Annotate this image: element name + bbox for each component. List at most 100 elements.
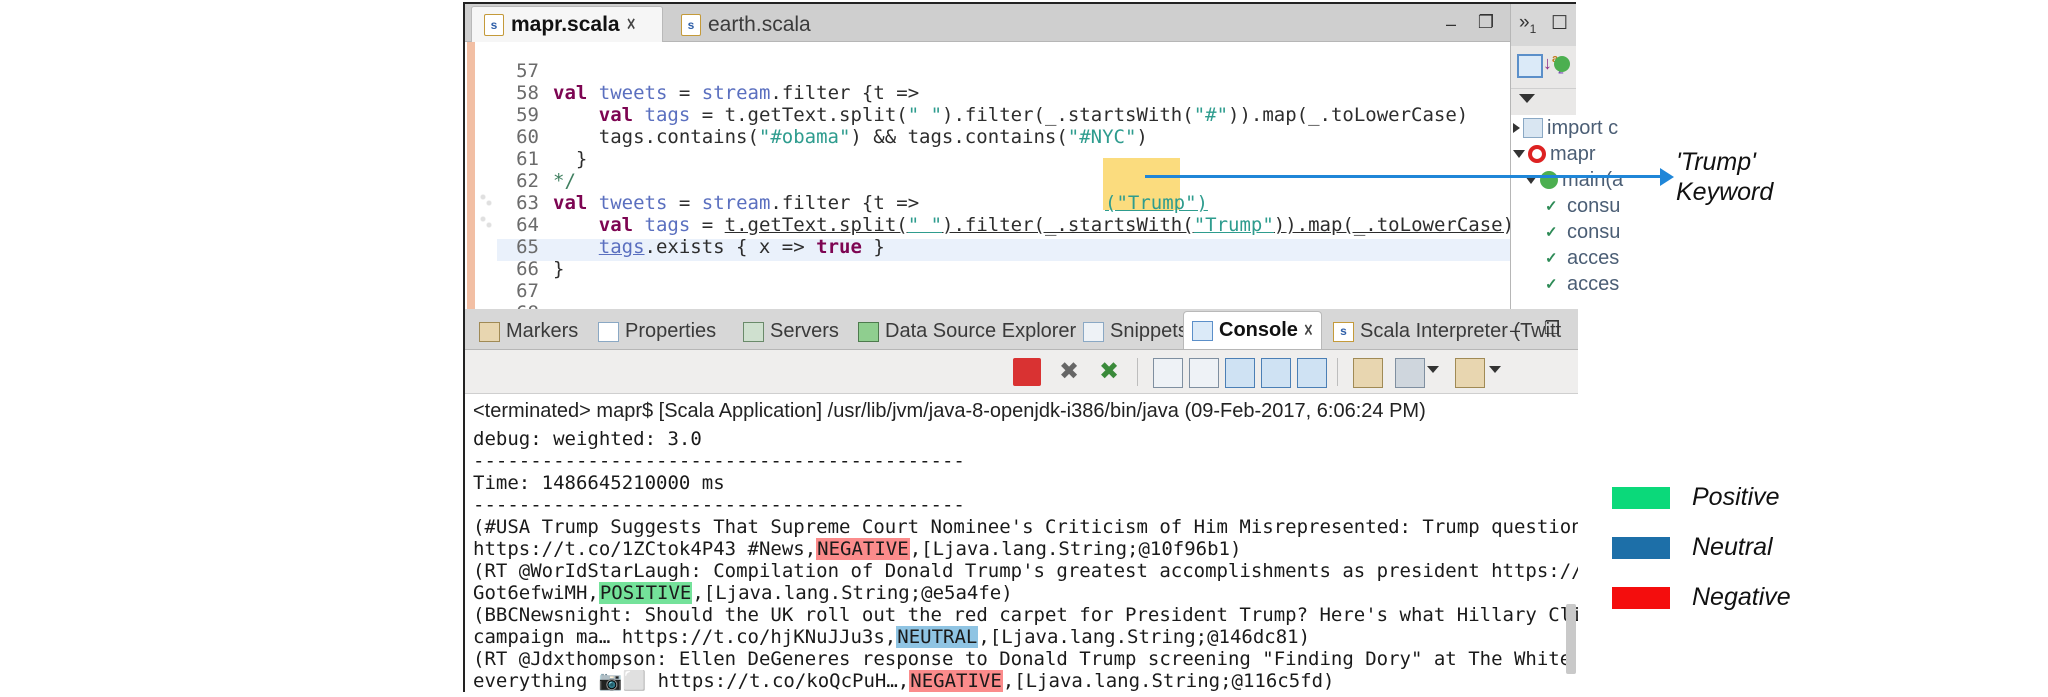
console-output-line: ----------------------------------------…: [473, 450, 1566, 472]
open-console-icon[interactable]: [1353, 358, 1383, 388]
legend-row-positive: Positive: [1612, 483, 1780, 512]
collapse-all-icon[interactable]: [1517, 54, 1543, 78]
hide-fields-icon[interactable]: [1554, 56, 1570, 72]
console-tab-bar: Markers Properties Servers Data Source E…: [465, 309, 1578, 350]
editor-tab-label: earth.scala: [708, 13, 811, 36]
legend-label: Negative: [1692, 583, 1791, 611]
tab-properties[interactable]: Properties: [590, 314, 724, 349]
console-text-segment: (#USA Trump Suggests That Supreme Court …: [473, 516, 1578, 538]
remove-launch-icon[interactable]: ✖: [1055, 358, 1083, 386]
code-line: 68 val data = tweets.map { status =>: [465, 280, 557, 309]
sentiment-badge-negative: NEGATIVE: [909, 670, 1003, 692]
sentiment-badge-neutral: NEUTRAL: [896, 626, 979, 648]
outline-item-main[interactable]: main(a: [1511, 167, 1623, 193]
trump-keyword-annotation-label: 'Trump' Keyword: [1676, 148, 1774, 206]
scala-interpreter-icon: s: [1333, 321, 1354, 342]
close-icon[interactable]: ☓: [627, 15, 636, 35]
servers-icon: [743, 321, 764, 342]
data-source-explorer-icon: [858, 321, 879, 342]
word-wrap-icon[interactable]: [1261, 358, 1291, 388]
code-line: 69 val sentiment = SentimentAnalysisUtil…: [465, 302, 557, 309]
outline-item-field[interactable]: ✓ acces: [1511, 245, 1619, 271]
view-menu-icon[interactable]: [1519, 94, 1535, 103]
method-icon: [1540, 171, 1558, 189]
tab-label: Console: [1219, 319, 1298, 341]
chevron-down-icon[interactable]: [1489, 366, 1501, 373]
console-maximize-button[interactable]: ❐: [1544, 318, 1560, 339]
console-text-segment: Time: 1486645210000 ms: [473, 472, 725, 494]
show-console-on-output-icon[interactable]: [1297, 358, 1327, 388]
console-text-segment: ----------------------------------------…: [473, 494, 965, 516]
outline-item-field[interactable]: ✓ consu: [1511, 193, 1620, 219]
console-icon: [1192, 320, 1213, 341]
console-output-line: https://t.co/1ZCtok4P43 #News,NEGATIVE,[…: [473, 538, 1566, 560]
code-line: 57 val tweets = stream.filter {t =>: [465, 42, 919, 104]
code-line: 59 tags.contains("#obama") && tags.conta…: [465, 82, 1148, 148]
scala-file-icon: s: [681, 14, 701, 36]
outline-item-field[interactable]: ✓ consu: [1511, 219, 1620, 245]
chevron-right-icon[interactable]: [1513, 123, 1520, 133]
maximize-icon[interactable]: ☐: [1551, 12, 1568, 35]
display-selected-console-icon[interactable]: [1153, 358, 1183, 388]
terminate-icon[interactable]: [1013, 358, 1041, 386]
code-line: 66: [465, 236, 557, 280]
tab-console[interactable]: Console ☓: [1183, 311, 1322, 349]
field-icon: ✓: [1545, 224, 1558, 241]
field-icon: ✓: [1545, 250, 1558, 267]
tab-label: Data Source Explorer: [885, 320, 1077, 342]
tab-label: Markers: [506, 320, 579, 342]
display-selected-console-menu-icon[interactable]: [1395, 358, 1425, 388]
outline-item-label: consu: [1567, 194, 1621, 217]
positive-color-swatch: [1612, 486, 1670, 509]
tab-label: Servers: [770, 320, 839, 342]
object-icon: [1528, 145, 1546, 163]
code-line: 62 val tweets = stream.filter {t =>: [465, 148, 919, 214]
console-output-line: Time: 1486645210000 ms: [473, 472, 1566, 494]
close-icon[interactable]: ☓: [1304, 321, 1313, 341]
terminated-process-line: <terminated> mapr$ [Scala Application] /…: [473, 400, 1426, 422]
editor-maximize-button[interactable]: ❐: [1478, 12, 1494, 33]
new-console-view-icon[interactable]: [1455, 358, 1485, 388]
scala-file-icon: s: [484, 13, 504, 36]
tab-servers[interactable]: Servers: [735, 314, 847, 349]
console-output-line: (RT @Jdxthompson: Ellen DeGeneres respon…: [473, 648, 1571, 670]
console-text-segment: (BBCNewsnight: Should the UK roll out th…: [473, 604, 1578, 626]
legend-row-neutral: Neutral: [1612, 533, 1773, 562]
remove-all-terminated-icon[interactable]: ✖: [1095, 358, 1123, 386]
console-output-area[interactable]: <terminated> mapr$ [Scala Application] /…: [465, 393, 1578, 692]
code-line-highlight-overlay: ("Trump"): [1105, 192, 1208, 214]
outline-header: »1 ☐: [1511, 4, 1576, 46]
console-output-line: debug: weighted: 3.0: [473, 428, 1566, 450]
chevron-down-icon[interactable]: [1513, 150, 1525, 158]
eclipse-ide-window: s mapr.scala ☓ s earth.scala – ❐ 57 val …: [463, 2, 1623, 692]
chevron-down-icon[interactable]: [1427, 366, 1439, 373]
console-scrollbar-thumb[interactable]: [1566, 604, 1576, 674]
outline-item-mapr[interactable]: mapr: [1511, 141, 1596, 167]
outline-item-field[interactable]: ✓ acces: [1511, 271, 1619, 297]
tab-data-source-explorer[interactable]: Data Source Explorer: [850, 314, 1084, 349]
console-part: Markers Properties Servers Data Source E…: [465, 309, 1578, 692]
editor-tab-earth[interactable]: s earth.scala: [669, 8, 841, 42]
field-icon: ✓: [1545, 198, 1558, 215]
editor-minimize-button[interactable]: –: [1446, 14, 1456, 35]
tab-scala-interpreter[interactable]: s Scala Interpreter (Twitt: [1325, 314, 1569, 349]
console-output-line: everything 📷⬜ https://t.co/koQcPuH…,NEGA…: [473, 670, 1566, 692]
editor-part: s mapr.scala ☓ s earth.scala – ❐ 57 val …: [465, 4, 1510, 309]
console-text-segment: debug: weighted: 3.0: [473, 428, 702, 450]
outline-item-import[interactable]: import c: [1511, 115, 1618, 141]
console-text-segment: ,[Ljava.lang.String;@146dc81): [978, 626, 1311, 648]
console-minimize-button[interactable]: –: [1510, 320, 1520, 341]
outline-tree[interactable]: import c mapr main(a ✓ consu ✓ consu ✓ a…: [1511, 115, 1623, 309]
tab-snippets[interactable]: Snippets: [1075, 314, 1196, 349]
tab-markers[interactable]: Markers: [471, 314, 586, 349]
scroll-lock-icon[interactable]: [1225, 358, 1255, 388]
editor-tab-mapr[interactable]: s mapr.scala ☓: [471, 6, 663, 42]
outline-item-label: mapr: [1550, 142, 1596, 165]
console-output-line: ----------------------------------------…: [473, 494, 1566, 516]
console-text-segment: https://t.co/1ZCtok4P43 #News,: [473, 538, 817, 560]
code-line: 58 val tags = t.getText.split(" ").filte…: [465, 60, 1468, 126]
pin-console-icon[interactable]: [1189, 358, 1219, 388]
console-output-line: (RT @WorIdStarLaugh: Compilation of Dona…: [473, 560, 1578, 582]
restore-icon[interactable]: »1: [1519, 12, 1536, 36]
console-text-segment: (RT @WorIdStarLaugh: Compilation of Dona…: [473, 560, 1578, 582]
